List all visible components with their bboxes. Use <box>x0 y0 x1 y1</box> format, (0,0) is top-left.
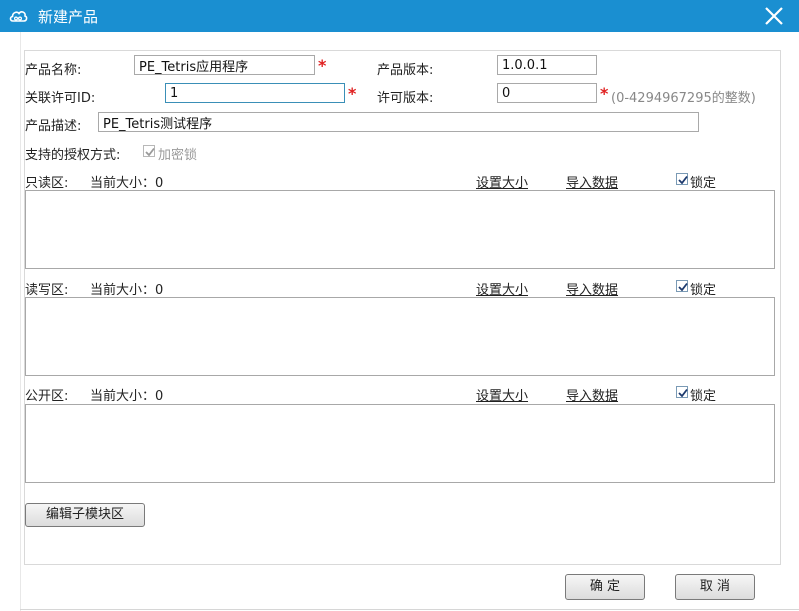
public-set-size-link[interactable]: 设置大小 <box>476 385 528 404</box>
product-version-label: 产品版本: <box>377 63 434 78</box>
auth-option-label: 加密锁 <box>158 148 198 163</box>
required-mark: * <box>318 56 327 75</box>
dialog-bottom-edge <box>20 609 799 610</box>
license-version-label: 许可版本: <box>377 91 434 106</box>
window-title: 新建产品 <box>38 8 99 26</box>
description-label: 产品描述: <box>25 119 82 134</box>
product-version-input[interactable] <box>497 55 597 75</box>
license-version-hint: (0-4294967295的整数) <box>611 91 756 106</box>
product-name-label: 产品名称: <box>25 63 82 78</box>
checkmark-icon <box>678 388 688 398</box>
readonly-data-area[interactable] <box>25 190 775 269</box>
readwrite-size-text: 当前大小：0 <box>90 283 164 298</box>
readonly-size-text: 当前大小：0 <box>90 176 164 191</box>
auth-checkbox <box>143 145 155 157</box>
public-lock-label: 锁定 <box>690 389 717 404</box>
readwrite-lock-label: 锁定 <box>690 283 717 298</box>
checkmark-icon <box>145 147 155 157</box>
required-mark: * <box>348 84 357 103</box>
readonly-lock-label: 锁定 <box>690 176 717 191</box>
license-id-input[interactable] <box>165 83 345 103</box>
license-version-input[interactable] <box>497 83 597 103</box>
ok-button[interactable]: 确 定 <box>565 574 645 600</box>
checkmark-icon <box>678 175 688 185</box>
readwrite-import-link[interactable]: 导入数据 <box>566 279 618 298</box>
readwrite-data-area[interactable] <box>25 297 775 376</box>
readonly-zone-label: 只读区: <box>25 176 69 191</box>
public-zone-label: 公开区: <box>25 389 69 404</box>
readwrite-zone-label: 读写区: <box>25 283 69 298</box>
description-input[interactable] <box>98 112 699 132</box>
public-size-text: 当前大小：0 <box>90 389 164 404</box>
required-mark: * <box>600 84 609 103</box>
public-lock-checkbox[interactable] <box>676 386 688 398</box>
public-data-area[interactable] <box>25 404 775 483</box>
readonly-set-size-link[interactable]: 设置大小 <box>476 172 528 191</box>
readonly-lock-checkbox[interactable] <box>676 173 688 185</box>
checkmark-icon <box>678 282 688 292</box>
cloud-logo-icon <box>9 11 28 22</box>
product-name-input[interactable] <box>134 55 315 75</box>
edit-submodule-button[interactable]: 编辑子模块区 <box>25 503 145 527</box>
readonly-import-link[interactable]: 导入数据 <box>566 172 618 191</box>
auth-method-label: 支持的授权方式: <box>25 148 121 163</box>
dialog-edge <box>20 32 21 611</box>
cancel-button[interactable]: 取 消 <box>675 574 755 600</box>
readwrite-lock-checkbox[interactable] <box>676 280 688 292</box>
public-import-link[interactable]: 导入数据 <box>566 385 618 404</box>
close-icon[interactable] <box>763 5 785 27</box>
title-bar: 新建产品 <box>0 0 799 32</box>
readwrite-set-size-link[interactable]: 设置大小 <box>476 279 528 298</box>
license-id-label: 关联许可ID: <box>25 91 96 106</box>
